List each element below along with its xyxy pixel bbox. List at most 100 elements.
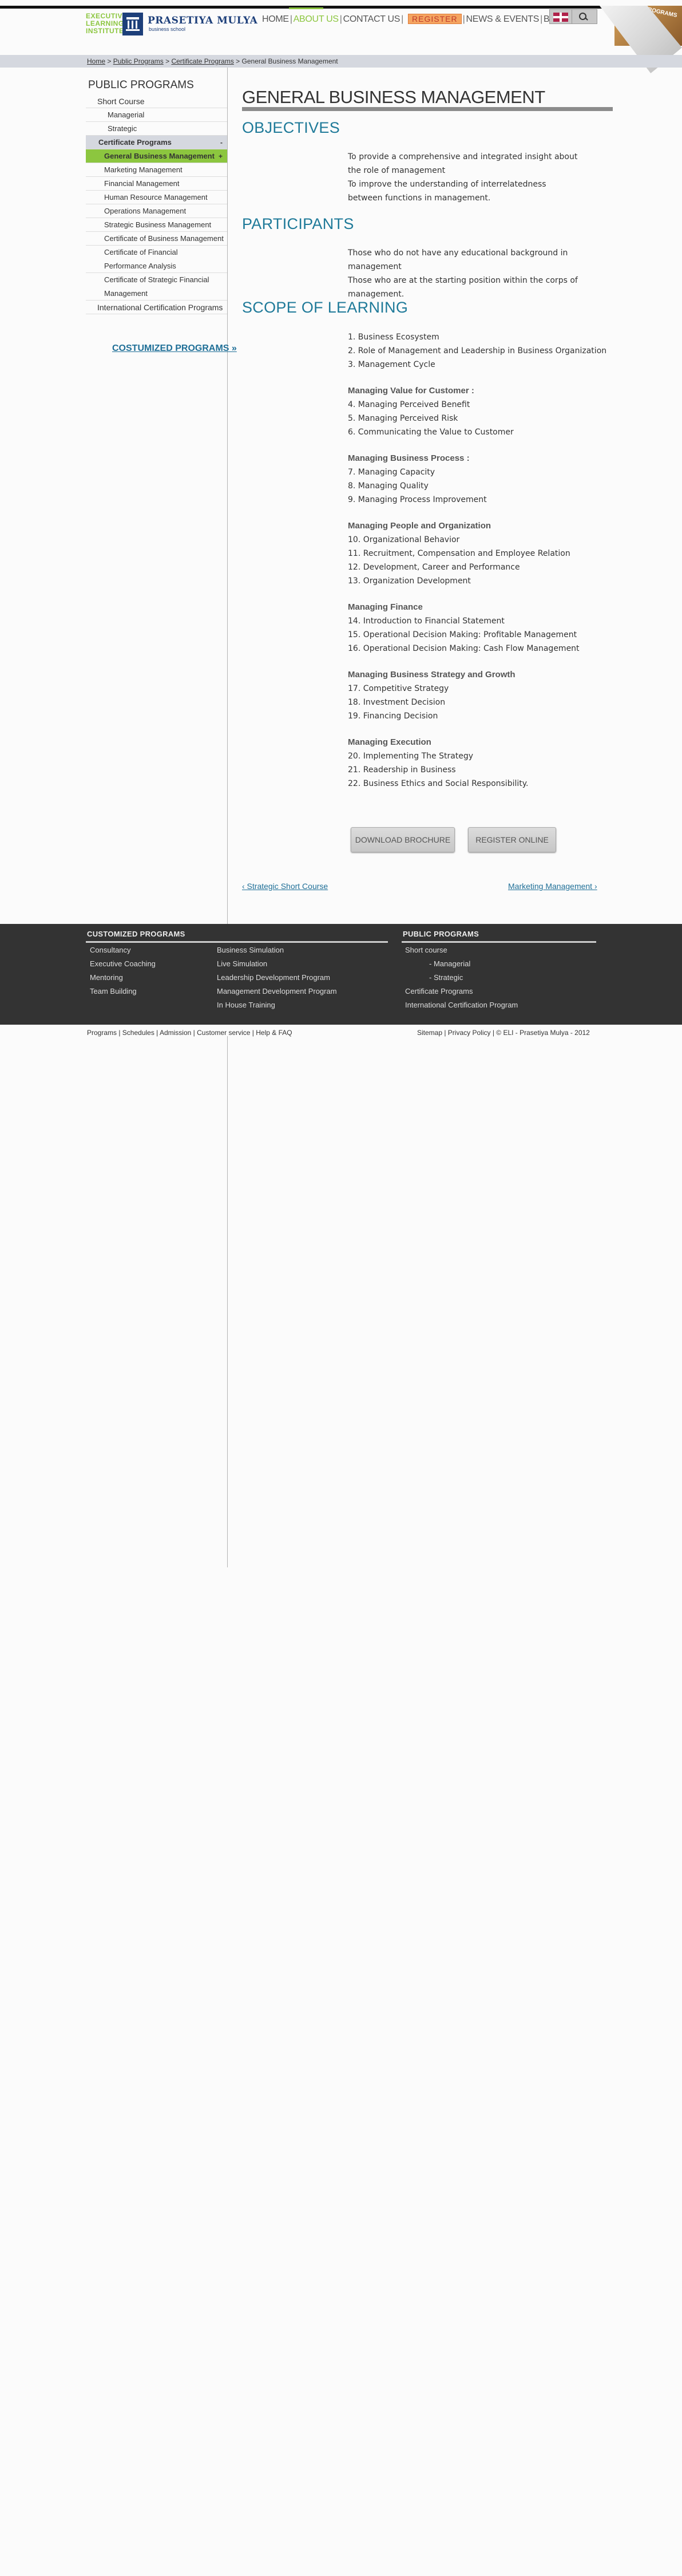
sidebar-item-label: International Certification Programs [97, 303, 223, 312]
sidebar-item-label: General Business Management [104, 152, 215, 160]
customized-programs-link[interactable]: COSTUMIZED PROGRAMS » [112, 343, 237, 354]
bottom-links-left[interactable]: Programs | Schedules | Admission | Custo… [87, 1029, 292, 1037]
participant-item: Those who do not have any educational ba… [348, 248, 568, 271]
nav-about-us[interactable]: ABOUT US [294, 14, 339, 25]
sidebar-item-strategic-business-management[interactable]: Strategic Business Management [86, 218, 227, 232]
objectives-heading: OBJECTIVES [242, 119, 340, 136]
english-flag-icon[interactable] [553, 13, 568, 22]
download-brochure-button[interactable]: DOWNLOAD BROCHURE [351, 827, 455, 852]
footer-public-heading: PUBLIC PROGRAMS [403, 930, 479, 938]
sidebar-item-human-resource-management[interactable]: Human Resource Management [86, 191, 227, 204]
sidebar-item-financial-management[interactable]: Financial Management [86, 177, 227, 191]
scope-item: 21. Readership in Business [348, 765, 456, 775]
register-online-button[interactable]: REGISTER ONLINE [468, 827, 556, 852]
objective-item: To provide a comprehensive and integrate… [348, 152, 578, 175]
footer-link[interactable]: Short course [405, 943, 518, 957]
scope-group-heading: Managing Execution [348, 737, 431, 747]
breadcrumb-separator: > [165, 57, 170, 65]
scope-list: 1. Business Ecosystem 2. Role of Manageme… [348, 330, 607, 791]
footer-link[interactable]: International Certification Program [405, 998, 518, 1012]
scope-item: 9. Managing Process Improvement [348, 495, 487, 504]
top-navigation: HOME | ABOUT US | CONTACT US | REGISTER | NEWS &… [262, 14, 569, 25]
nav-register-button[interactable]: REGISTER [408, 14, 462, 24]
footer-link[interactable]: Mentoring [90, 971, 156, 985]
scope-item: 13. Organization Development [348, 576, 471, 586]
scope-group: Managing Execution 20. Implementing The S… [348, 736, 600, 791]
footer-link[interactable]: In House Training [217, 998, 337, 1012]
objectives-text: To provide a comprehensive and integrate… [348, 150, 582, 205]
nav-news-events[interactable]: NEWS & EVENTS [466, 14, 539, 25]
nav-home[interactable]: HOME [262, 14, 289, 25]
prasetiya-mulya-logo-icon[interactable] [122, 13, 143, 35]
sidebar-item-managerial[interactable]: Managerial [86, 108, 227, 122]
sidebar-item-label: Financial Management [104, 179, 180, 188]
scope-item: 5. Managing Perceived Risk [348, 414, 458, 423]
sidebar-item-certificate-programs[interactable]: Certificate Programs - [86, 136, 227, 149]
scope-group-heading: Managing Value for Customer : [348, 386, 474, 396]
footer-link[interactable]: Management Development Program [217, 985, 337, 998]
scope-item: 18. Investment Decision [348, 698, 446, 707]
footer-customized-heading: CUSTOMIZED PROGRAMS [87, 930, 185, 938]
sidebar-item-label: Certificate of Strategic Financial Manag… [104, 275, 209, 298]
scope-item: 4. Managing Perceived Benefit [348, 400, 470, 409]
footer-public-col: Short course - Managerial - Strategic Ce… [405, 943, 518, 1012]
sidebar-item-strategic[interactable]: Strategic [86, 122, 227, 136]
previous-program-link[interactable]: ‹ Strategic Short Course [242, 882, 328, 891]
footer-customized-col2: Business Simulation Live Simulation Lead… [217, 943, 337, 1012]
participant-item: Those who are at the starting position w… [348, 276, 578, 299]
sidebar-item-label: Operations Management [104, 207, 187, 215]
footer-link[interactable]: Team Building [90, 985, 156, 998]
footer-link[interactable]: - Managerial [405, 957, 518, 971]
breadcrumb-public-programs[interactable]: Public Programs [113, 57, 164, 65]
nav-separator: | [462, 14, 465, 24]
scope-item: 7. Managing Capacity [348, 468, 435, 477]
footer-rule [402, 941, 596, 943]
eli-logo[interactable]: EXECUTIVE LEARNING INSTITUTE [86, 13, 127, 35]
participants-heading: PARTICIPANTS [242, 215, 354, 232]
scope-group: Managing Value for Customer : 4. Managing… [348, 384, 600, 439]
breadcrumb-separator: > [236, 57, 240, 65]
nav-separator: | [540, 14, 543, 24]
scope-item: 2. Role of Management and Leadership in … [348, 346, 607, 355]
scope-item: 20. Implementing The Strategy [348, 752, 474, 761]
sidebar-item-certificate-financial-performance[interactable]: Certificate of Financial Performance Ana… [86, 246, 227, 273]
footer-link[interactable]: Executive Coaching [90, 957, 156, 971]
footer-link[interactable]: Business Simulation [217, 943, 337, 957]
sidebar-item-certificate-business-management[interactable]: Certificate of Business Management [86, 232, 227, 246]
scope-item: 14. Introduction to Financial Statement [348, 617, 505, 626]
footer-link[interactable]: Live Simulation [217, 957, 337, 971]
language-search-box [549, 9, 597, 24]
scope-group-heading: Managing Business Strategy and Growth [348, 670, 516, 679]
scope-item: 22. Business Ethics and Social Responsib… [348, 779, 529, 788]
sidebar-item-certificate-strategic-financial[interactable]: Certificate of Strategic Financial Manag… [86, 273, 227, 301]
sidebar-item-operations-management[interactable]: Operations Management [86, 204, 227, 218]
breadcrumb-separator: > [107, 57, 112, 65]
nav-contact-us[interactable]: CONTACT US [343, 14, 401, 25]
sidebar-title: PUBLIC PROGRAMS [88, 79, 194, 91]
footer-link[interactable]: Consultancy [90, 943, 156, 957]
sidebar-item-label: Strategic [108, 124, 137, 133]
participants-text: Those who do not have any educational ba… [348, 246, 582, 301]
prasetiya-mulya-logo-text: PRASETIYA MULYA [148, 15, 258, 26]
next-program-link[interactable]: Marketing Management › [508, 882, 597, 891]
nav-separator: | [339, 14, 342, 24]
scope-item: 17. Competitive Strategy [348, 684, 449, 693]
sidebar-item-general-business-management[interactable]: General Business Management + [86, 149, 227, 163]
sidebar-item-marketing-management[interactable]: Marketing Management [86, 163, 227, 177]
bottom-links-right[interactable]: Sitemap | Privacy Policy | © ELI - Prase… [417, 1029, 590, 1037]
footer-link[interactable]: - Strategic [405, 971, 518, 985]
footer-link[interactable]: Certificate Programs [405, 985, 518, 998]
scope-item: 11. Recruitment, Compensation and Employ… [348, 549, 570, 558]
sidebar-item-international-certification[interactable]: International Certification Programs [86, 301, 227, 314]
breadcrumb-current: General Business Management [241, 57, 338, 65]
breadcrumb-certificate-programs[interactable]: Certificate Programs [171, 57, 233, 65]
nav-separator: | [401, 14, 404, 24]
search-icon[interactable] [578, 12, 589, 22]
sidebar-item-short-course[interactable]: Short Course [86, 94, 227, 108]
expand-icon: + [218, 152, 223, 160]
scope-group: 1. Business Ecosystem 2. Role of Manageme… [348, 330, 607, 372]
breadcrumb-home[interactable]: Home [87, 57, 105, 65]
scope-group: Managing Business Strategy and Growth 17.… [348, 668, 600, 723]
scope-item: 1. Business Ecosystem [348, 333, 439, 342]
footer-link[interactable]: Leadership Development Program [217, 971, 337, 985]
